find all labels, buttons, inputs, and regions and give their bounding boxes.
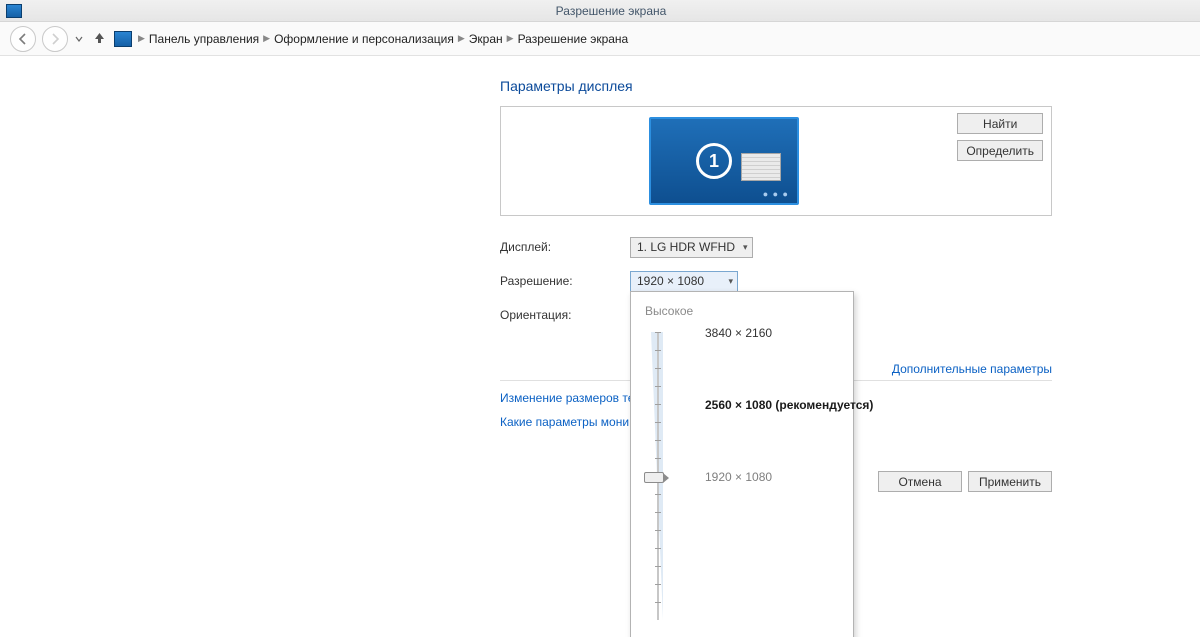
apply-button[interactable]: Применить — [968, 471, 1052, 492]
resolution-value: 1920 × 1080 — [637, 274, 704, 288]
resolution-popup: Высокое 3840 × 21602560 × 1080 (рекоменд… — [630, 291, 854, 637]
slider-tick — [655, 404, 661, 405]
monitor-number-badge: 1 — [696, 143, 732, 179]
slider-tick — [655, 602, 661, 603]
resolution-dropdown[interactable]: 1920 × 1080 ▾ — [630, 271, 738, 292]
slider-tick — [655, 458, 661, 459]
nav-bar: ▶ Панель управления ▶ Оформление и персо… — [0, 22, 1200, 56]
display-dropdown[interactable]: 1. LG HDR WFHD ▾ — [630, 237, 753, 258]
window-title: Разрешение экрана — [22, 4, 1200, 18]
chevron-right-icon: ▶ — [458, 33, 465, 44]
slider-tick — [655, 422, 661, 423]
detect-button-label: Определить — [966, 144, 1034, 158]
slider-tick — [655, 494, 661, 495]
resolution-group-label: Высокое — [645, 304, 843, 318]
content-area: Параметры дисплея 1 ● ● ● Найти Определи… — [0, 56, 1200, 492]
find-button[interactable]: Найти — [957, 113, 1043, 134]
monitor-layout-box: 1 ● ● ● Найти Определить — [500, 106, 1052, 216]
chevron-right-icon: ▶ — [138, 33, 145, 44]
slider-tick — [655, 332, 661, 333]
breadcrumb-item[interactable]: Оформление и персонализация — [274, 32, 454, 46]
slider-tick — [655, 368, 661, 369]
chevron-down-icon: ▾ — [743, 242, 748, 253]
control-panel-icon — [114, 31, 132, 47]
resolution-label: Разрешение: — [500, 274, 630, 288]
advanced-settings-link[interactable]: Дополнительные параметры — [892, 362, 1052, 376]
display-label: Дисплей: — [500, 240, 630, 254]
chevron-right-icon: ▶ — [263, 33, 270, 44]
breadcrumb-item[interactable]: Панель управления — [149, 32, 259, 46]
display-value: 1. LG HDR WFHD — [637, 240, 735, 254]
cancel-button-label: Отмена — [898, 475, 941, 489]
slider-tick — [655, 566, 661, 567]
page-heading: Параметры дисплея — [500, 78, 1200, 94]
apply-button-label: Применить — [979, 475, 1041, 489]
find-button-label: Найти — [983, 117, 1017, 131]
control-panel-sys-icon — [6, 4, 22, 18]
resolution-option[interactable]: 2560 × 1080 (рекомендуется) — [705, 398, 873, 412]
resolution-option[interactable]: 3840 × 2160 — [705, 326, 772, 340]
up-button[interactable] — [90, 31, 108, 47]
slider-thumb[interactable] — [644, 472, 664, 483]
breadcrumb: ▶ Панель управления ▶ Оформление и персо… — [138, 32, 628, 46]
breadcrumb-item[interactable]: Разрешение экрана — [518, 32, 629, 46]
cancel-button[interactable]: Отмена — [878, 471, 962, 492]
slider-tick — [655, 548, 661, 549]
keyboard-icon — [741, 153, 781, 181]
title-bar: Разрешение экрана — [0, 0, 1200, 22]
ellipsis-icon: ● ● ● — [763, 189, 789, 199]
resolution-slider[interactable] — [647, 326, 665, 626]
chevron-down-icon: ▾ — [728, 276, 733, 287]
forward-button[interactable] — [42, 26, 68, 52]
arrow-up-icon — [93, 31, 106, 44]
arrow-right-icon — [49, 33, 61, 45]
monitor-preview[interactable]: 1 ● ● ● — [649, 117, 799, 205]
chevron-down-icon — [75, 35, 83, 43]
slider-tick — [655, 530, 661, 531]
slider-tick — [655, 350, 661, 351]
slider-tick — [655, 584, 661, 585]
chevron-right-icon: ▶ — [507, 33, 514, 44]
slider-tick — [655, 512, 661, 513]
back-button[interactable] — [10, 26, 36, 52]
history-dropdown[interactable] — [74, 30, 84, 48]
slider-tick — [655, 440, 661, 441]
detect-button[interactable]: Определить — [957, 140, 1043, 161]
resolution-option[interactable]: 1920 × 1080 — [705, 470, 772, 484]
slider-tick — [655, 386, 661, 387]
breadcrumb-item[interactable]: Экран — [469, 32, 503, 46]
arrow-left-icon — [17, 33, 29, 45]
orientation-label: Ориентация: — [500, 308, 630, 322]
